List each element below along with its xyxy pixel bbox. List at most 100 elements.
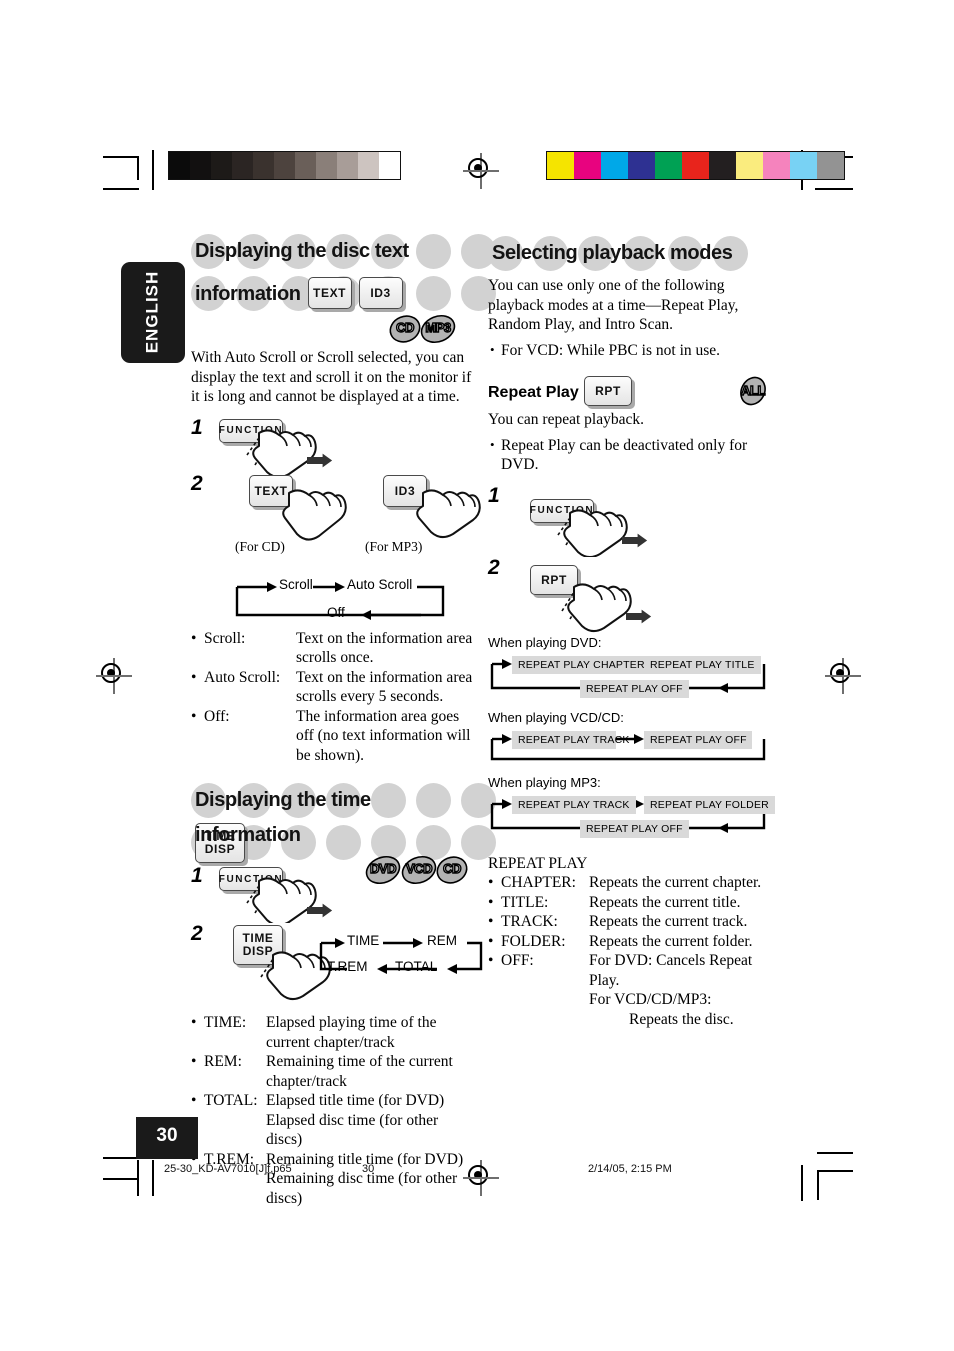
- bullet: •: [191, 629, 197, 647]
- definition-term: TOTAL:: [204, 1092, 258, 1109]
- scroll-cycle-diagram: Scroll Auto Scroll Off: [231, 569, 476, 625]
- definition-term: TIME:: [204, 1014, 247, 1031]
- disc-badge-mp3: MP3: [418, 314, 458, 344]
- disc-badge-dvd: DVD: [363, 855, 403, 885]
- crop-mark: [817, 1170, 853, 1172]
- page-number: 30: [156, 1125, 178, 1146]
- flow-box: REPEAT PLAY OFF: [580, 679, 689, 698]
- crop-mark: [817, 1170, 819, 1200]
- disc-badge-cd: CD: [388, 314, 422, 344]
- crop-mark: [152, 1160, 154, 1196]
- flow-arrow-icon: [626, 609, 652, 623]
- cycle-label-time: TIME: [347, 933, 380, 948]
- definition-desc: The information area goes off (no text i…: [296, 707, 471, 764]
- disc-badge-vcd-label: VCD: [405, 860, 433, 876]
- colorbar-swatch: [295, 152, 316, 179]
- disc-badge-dvd-label: DVD: [369, 860, 397, 876]
- disc-badge-mp3-label: MP3: [425, 319, 452, 335]
- colorbar-swatch: [190, 152, 211, 179]
- grayscale-colorbar: [168, 151, 401, 180]
- left-column: Displaying the disc text information TEX…: [191, 232, 496, 1208]
- bullet: •: [488, 952, 494, 969]
- section-heading-playback-modes: Selecting playback modes: [488, 232, 778, 272]
- id3-button[interactable]: ID3: [358, 277, 403, 309]
- step-number: 2: [191, 922, 203, 945]
- section-title-line2: information: [195, 283, 301, 305]
- colorbar-swatch: [682, 152, 709, 179]
- colorbar-swatch: [601, 152, 628, 179]
- disc-badge-cd-label: CD: [395, 319, 415, 335]
- language-tab: ENGLISH: [121, 262, 185, 363]
- rpt-button[interactable]: RPT: [584, 376, 632, 406]
- scroll-definitions: • Scroll: Text on the information area s…: [191, 629, 476, 766]
- bullet: •: [191, 1053, 197, 1070]
- step-2-rpt: 2 RPT: [488, 556, 778, 632]
- flow-box: REPEAT PLAY TITLE: [644, 655, 761, 674]
- flow-arrow-icon: [622, 533, 648, 547]
- playback-modes-intro: You can use only one of the following pl…: [488, 277, 739, 333]
- section1-intro: With Auto Scroll or Scroll selected, you…: [191, 349, 472, 405]
- legend-row: • FOLDER: Repeats the current folder.: [488, 932, 778, 952]
- repeat-diagram-vcdcd: When playing VCD/CD: REPEAT PLAY TRACK R…: [488, 710, 778, 765]
- time-definitions: • TIME: Elapsed playing time of the curr…: [191, 1013, 476, 1208]
- legend-row: • OFF: For DVD: Cancels Repeat Play. For…: [488, 951, 778, 1029]
- cycle-label-off: Off: [327, 604, 345, 620]
- pressing-hand-icon: [246, 428, 317, 475]
- repeat-play-bullets: Repeat Play can be deactivated only for …: [488, 435, 778, 475]
- definition-term: Auto Scroll:: [204, 668, 281, 686]
- bullet: •: [488, 913, 494, 930]
- colorbar-swatch: [379, 152, 400, 179]
- cycle-label-rem: REM: [427, 933, 457, 948]
- footer-pagenum: 30: [362, 1163, 375, 1175]
- colorbar-swatch: [211, 152, 232, 179]
- colorbar-swatch: [817, 152, 844, 179]
- flow-arrow-icon: [307, 903, 333, 918]
- section-title-line1: Displaying the disc text: [195, 240, 409, 262]
- pressing-hand-icon: [557, 508, 628, 557]
- step-1-function: 1 FUNCTION: [191, 415, 476, 475]
- cycle-label-total: TOTAL: [395, 959, 438, 974]
- registration-mark: [825, 658, 861, 694]
- language-tab-label: ENGLISH: [142, 270, 162, 354]
- step-2-time-disp: 2 TIME DISP TIME REM TOTAL T.REM: [191, 922, 483, 1007]
- step-number: 1: [191, 415, 203, 439]
- disc-badge-cd2-label: CD: [442, 860, 462, 876]
- flow-box: REPEAT PLAY OFF: [580, 819, 689, 838]
- bullet: •: [191, 1014, 197, 1031]
- label-for-mp3: (For MP3): [365, 538, 423, 554]
- legend-row: • TRACK: Repeats the current track.: [488, 912, 778, 932]
- pressing-hand-icon: [561, 582, 632, 632]
- definition-desc: Elapsed title time (for DVD) Elapsed dis…: [266, 1092, 445, 1148]
- legend-desc-3: Repeats the disc.: [629, 1010, 734, 1028]
- legend-row: • TITLE: Repeats the current title.: [488, 893, 778, 913]
- colorbar-swatch: [655, 152, 682, 179]
- disc-badge-all: ALL: [736, 374, 770, 406]
- bullet: •: [488, 893, 494, 911]
- pressing-hand-icon: [282, 488, 347, 540]
- flow-arrow-icon: [307, 453, 333, 467]
- manual-page: ENGLISH Displaying the disc text informa…: [0, 0, 954, 1351]
- text-button[interactable]: TEXT: [307, 277, 352, 309]
- section-title: Displaying the time information: [195, 789, 371, 846]
- step-2-text-id3: 2 TEXT ID3 (For CD) (For MP3): [191, 472, 481, 563]
- cycle-label-scroll: Scroll: [279, 576, 313, 592]
- disc-badges-cd-mp3: CD MP3: [191, 314, 456, 344]
- definition-desc: Elapsed playing time of the current chap…: [266, 1014, 437, 1051]
- definition-term: REM:: [204, 1053, 242, 1070]
- crop-mark: [103, 1157, 139, 1159]
- section-title: Selecting playback modes: [492, 242, 733, 264]
- crop-mark: [137, 1160, 139, 1196]
- crop-mark: [801, 1165, 803, 1201]
- definition-term: Off:: [204, 707, 230, 725]
- definition-row: • T.REM: Remaining title time (for DVD) …: [191, 1150, 476, 1209]
- definition-desc: Text on the information area scrolls eve…: [296, 668, 473, 706]
- colorbar-swatch: [337, 152, 358, 179]
- cycle-label-trem: T.REM: [327, 959, 368, 974]
- flow-box: REPEAT PLAY TRACK: [512, 730, 629, 749]
- bullet: •: [488, 874, 494, 891]
- crop-mark: [152, 150, 154, 190]
- label-for-cd: (For CD): [235, 538, 285, 554]
- legend-desc: Repeats the current track.: [589, 913, 748, 930]
- crop-mark: [815, 188, 853, 190]
- diagram-caption: When playing VCD/CD:: [488, 709, 624, 725]
